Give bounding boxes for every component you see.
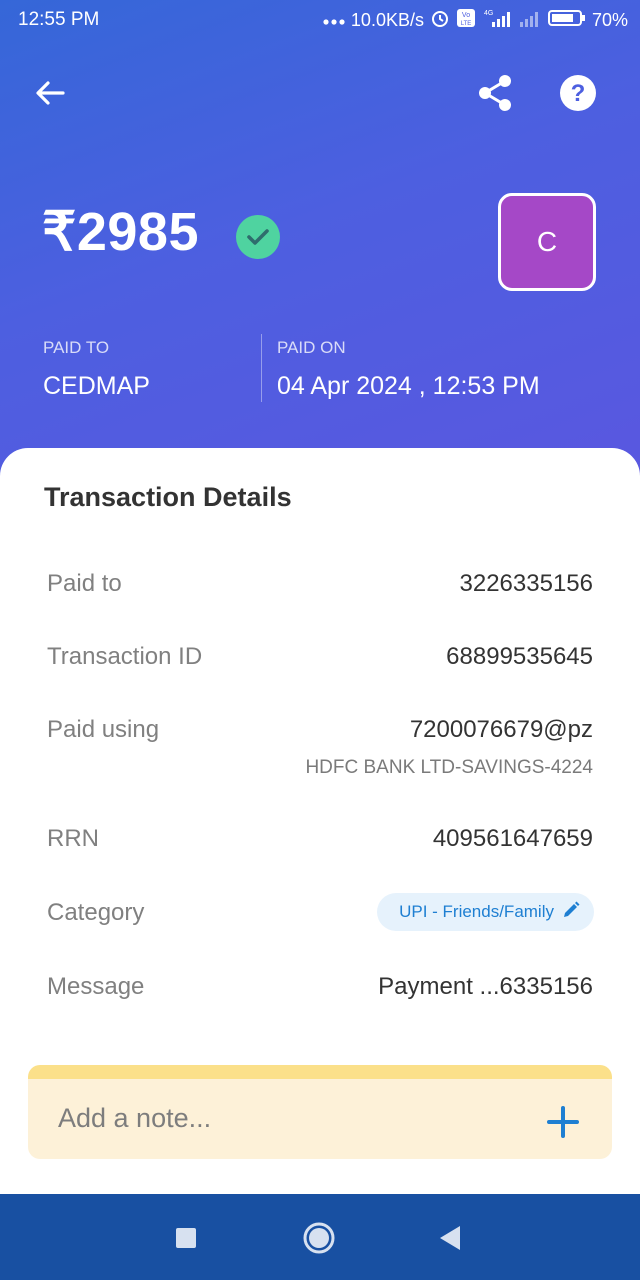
- battery-icon: [547, 8, 586, 33]
- recents-icon[interactable]: [168, 1220, 204, 1256]
- message-label: Message: [47, 973, 145, 1000]
- category-value: UPI - Friends/Family: [399, 902, 554, 921]
- back-icon[interactable]: [432, 1220, 468, 1256]
- share-icon[interactable]: [472, 70, 518, 116]
- status-time: 12:55 PM: [18, 9, 100, 30]
- signal-icon: [518, 8, 542, 33]
- status-bar: 12:55 PM 10.0KB/s Vo LTE 4G 70%: [0, 0, 640, 42]
- signal-4g-icon: 4G: [482, 8, 512, 33]
- amount: ₹2985: [42, 202, 199, 262]
- meta-divider: [261, 334, 262, 402]
- note-placeholder: Add a note...: [58, 1103, 212, 1133]
- svg-text:LTE: LTE: [461, 21, 472, 27]
- help-icon[interactable]: ?: [555, 70, 601, 116]
- paid-using-bank: HDFC BANK LTD-SAVINGS-4224: [305, 757, 593, 778]
- paid-using-label: Paid using: [47, 716, 160, 743]
- category-chip[interactable]: UPI - Friends/Family: [377, 893, 594, 931]
- paid-using-value: 7200076679@pz: [409, 716, 593, 743]
- system-nav-bar: [0, 1194, 640, 1280]
- paid-to-row-label: Paid to: [47, 570, 122, 597]
- paid-to-row-value: 3226335156: [459, 570, 593, 597]
- edit-pencil-icon: [562, 901, 580, 924]
- transaction-id-label: Transaction ID: [47, 643, 203, 670]
- status-icons: 10.0KB/s Vo LTE 4G 70%: [323, 8, 628, 33]
- add-note-field[interactable]: Add a note...: [28, 1065, 612, 1159]
- home-icon[interactable]: [301, 1220, 337, 1256]
- alarm-icon: [430, 8, 450, 33]
- dots-icon: [323, 10, 345, 31]
- transaction-header: 12:55 PM 10.0KB/s Vo LTE 4G 70% ? ₹2985 …: [0, 0, 640, 500]
- network-speed: 10.0KB/s: [350, 10, 424, 30]
- volte-icon: Vo LTE: [456, 8, 476, 33]
- paid-on-value: 04 Apr 2024 , 12:53 PM: [277, 372, 540, 400]
- transaction-details-card: Transaction Details Paid to 3226335156 T…: [0, 448, 640, 1208]
- check-icon: [236, 215, 280, 259]
- plus-icon[interactable]: [546, 1105, 580, 1139]
- paid-to-label: PAID TO: [43, 338, 110, 357]
- transaction-id-value[interactable]: 68899535645: [446, 643, 593, 671]
- rrn-label: RRN: [47, 825, 99, 852]
- message-value[interactable]: Payment ...6335156: [378, 973, 593, 1001]
- battery-percent: 70%: [591, 10, 628, 30]
- category-label: Category: [47, 899, 145, 926]
- back-arrow-icon[interactable]: [27, 70, 73, 116]
- svg-text:Vo: Vo: [462, 12, 470, 19]
- svg-text:4G: 4G: [484, 10, 493, 17]
- rrn-value[interactable]: 409561647659: [433, 825, 593, 853]
- payee-avatar: C: [498, 193, 596, 291]
- paid-to-value: CEDMAP: [43, 372, 150, 400]
- card-title: Transaction Details: [44, 482, 292, 512]
- paid-on-label: PAID ON: [277, 338, 346, 357]
- svg-text:?: ?: [571, 80, 586, 107]
